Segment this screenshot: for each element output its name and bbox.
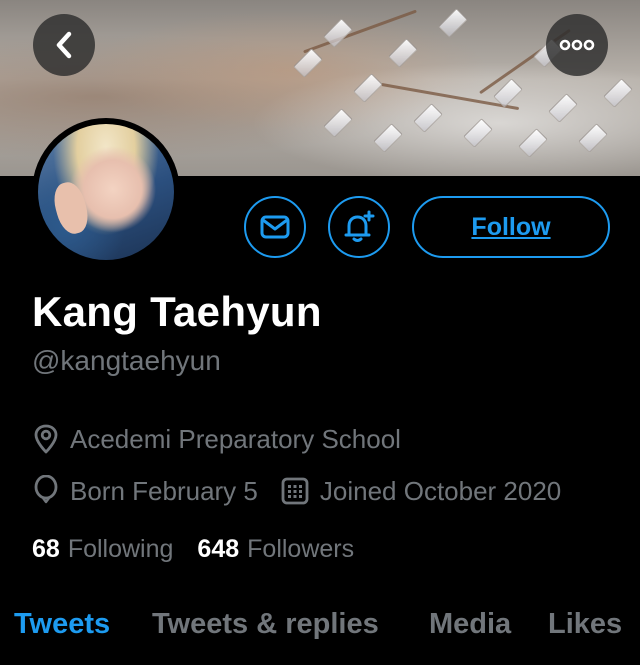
balloon-icon	[34, 475, 58, 504]
tab-tweets-and-replies[interactable]: Tweets & replies	[152, 608, 379, 641]
tab-tweets[interactable]: Tweets	[14, 608, 110, 641]
followers-count: 648	[197, 535, 240, 563]
follow-stats: 68 Following 648 Followers	[32, 535, 354, 564]
following-link[interactable]: 68 Following	[32, 535, 173, 564]
message-button[interactable]	[244, 196, 306, 258]
profile-tabs: Tweets Tweets & replies Media Likes	[0, 600, 640, 665]
more-options-button[interactable]	[546, 14, 608, 76]
tab-likes[interactable]: Likes	[548, 608, 622, 641]
back-button[interactable]	[33, 14, 95, 76]
followers-label: Followers	[247, 535, 355, 563]
follow-button[interactable]: Follow	[412, 196, 610, 258]
location-row: Acedemi Preparatory School	[32, 422, 401, 456]
location-pin-icon	[34, 424, 58, 454]
avatar-photo	[38, 124, 174, 260]
birthday-text: Born February 5	[70, 475, 258, 506]
follow-button-label: Follow	[471, 212, 551, 241]
profile-handle: @kangtaehyun	[32, 345, 221, 376]
following-count: 68	[32, 535, 60, 563]
notifications-button[interactable]	[328, 196, 390, 258]
profile-name: Kang Taehyun	[32, 288, 322, 335]
mail-icon	[260, 215, 290, 239]
more-dots-icon	[559, 39, 595, 51]
followers-link[interactable]: 648 Followers	[197, 535, 354, 564]
calendar-icon	[281, 477, 309, 505]
back-chevron-icon	[56, 31, 72, 59]
bell-plus-icon	[344, 210, 375, 242]
tab-media[interactable]: Media	[429, 608, 511, 641]
joined-text: Joined October 2020	[319, 475, 562, 506]
profile-avatar[interactable]	[32, 118, 180, 266]
dates-row: Born February 5 Joined October 2020	[32, 474, 561, 508]
following-label: Following	[67, 535, 174, 563]
location-text: Acedemi Preparatory School	[70, 423, 401, 454]
